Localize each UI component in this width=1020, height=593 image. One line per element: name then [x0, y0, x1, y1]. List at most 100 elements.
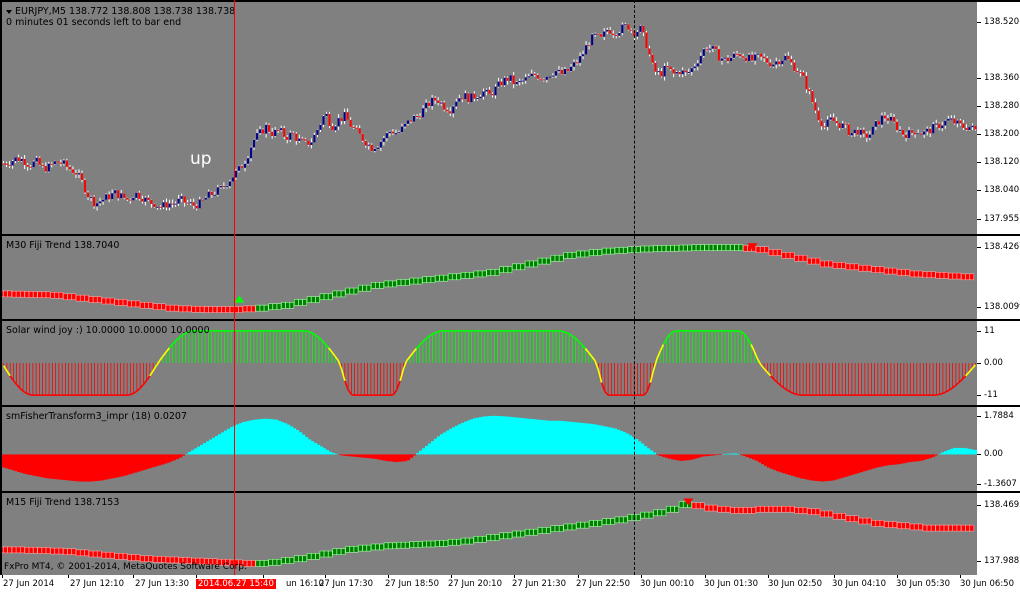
- fiji-down-marker: [909, 270, 915, 278]
- fiji-down-marker: [811, 508, 816, 515]
- fiji-down-marker: [755, 246, 761, 254]
- fiji-up-marker: [383, 542, 389, 550]
- fiji-down-marker: [935, 272, 941, 279]
- bear-candle: [847, 124, 850, 136]
- solar-signal-line: [571, 335, 577, 340]
- bull-candle: [237, 166, 240, 171]
- solar-scale[interactable]: 11 0.00 -11: [977, 321, 1020, 405]
- fisher-positive-bar: [488, 416, 492, 455]
- bull-candle: [274, 129, 277, 137]
- bear-candle: [87, 192, 90, 198]
- fisher-positive-bar: [572, 422, 576, 455]
- fiji-down-marker: [768, 249, 774, 256]
- bull-candle: [618, 33, 621, 36]
- fisher-negative-bar: [791, 454, 795, 476]
- chevron-down-icon[interactable]: [6, 9, 12, 14]
- solar-signal-line: [766, 371, 772, 377]
- fiji-up-marker: [610, 247, 615, 255]
- bear-candle: [428, 102, 431, 106]
- fisher-positive-bar: [620, 430, 624, 455]
- fiji-up-marker: [734, 244, 739, 251]
- symbol-info-text: EURJPY,M5 138.772 138.808 138.738 138.73…: [6, 6, 235, 17]
- solar-signal-line: [753, 351, 759, 360]
- bear-candle: [856, 129, 859, 135]
- solar-signal-line: [399, 369, 405, 382]
- solar-signal-line: [402, 360, 408, 370]
- bear-candle: [473, 93, 476, 99]
- bull-candle: [624, 24, 627, 26]
- fiji-down-marker: [828, 260, 833, 268]
- fisher-positive-bar: [596, 424, 600, 455]
- bull-candle: [754, 54, 757, 61]
- price-scale[interactable]: 138.520 138.360 138.280 138.200 138.120 138.0…: [977, 2, 1020, 234]
- fiji-up-marker: [618, 247, 624, 254]
- fiji-up-marker: [627, 246, 633, 254]
- bear-candle: [491, 93, 494, 96]
- fiji-down-marker: [118, 299, 124, 306]
- fiji-up-marker: [383, 280, 389, 288]
- bull-candle: [180, 196, 183, 199]
- fiji-up-marker: [494, 534, 500, 541]
- time-axis[interactable]: 30 Jun 06:50 30 Jun 05:30 30 Jun 04:10 30 J…: [0, 575, 1020, 593]
- fiji-down-marker: [866, 264, 872, 272]
- fiji-up-marker: [648, 245, 654, 253]
- scale-tick: [977, 77, 981, 79]
- fisher-negative-bar: [74, 454, 78, 482]
- bear-candle: [195, 205, 198, 209]
- fisher-positive-bar: [524, 418, 528, 455]
- m30-scale[interactable]: 138.4267 138.0099: [977, 236, 1020, 319]
- bull-candle: [545, 76, 548, 80]
- fiji-up-marker: [358, 284, 363, 292]
- fiji-down-marker: [721, 505, 727, 513]
- bull-candle: [784, 55, 787, 61]
- fiji-down-marker: [225, 306, 231, 313]
- fisher-negative-bar: [863, 454, 867, 472]
- bear-candle: [5, 163, 8, 165]
- bear-candle: [717, 49, 720, 61]
- bear-candle: [802, 72, 805, 76]
- bear-candle: [660, 71, 663, 77]
- fisher-positive-bar: [248, 420, 252, 455]
- fiji-up-marker: [328, 550, 333, 558]
- fisher-negative-bar: [407, 454, 411, 461]
- m30-fiji-trend-pane[interactable]: M30 Fiji Trend 138.7040: [2, 236, 977, 319]
- fiji-up-marker: [623, 516, 628, 524]
- bull-candle: [657, 71, 660, 73]
- solar-signal-line: [936, 393, 940, 396]
- price-chart-pane[interactable]: EURJPY,M5 138.772 138.808 138.738 138.73…: [2, 2, 977, 234]
- fisher-negative-bar: [836, 454, 840, 480]
- bear-candle: [416, 116, 419, 118]
- fisher-negative-bar: [707, 454, 711, 457]
- fisher-negative-bar: [800, 454, 804, 479]
- bear-candle: [150, 200, 153, 204]
- bear-candle: [271, 131, 274, 137]
- fiji-up-marker: [319, 293, 325, 301]
- scale-tick: [977, 21, 981, 23]
- solar-signal-line: [321, 340, 326, 345]
- fisher-negative-bar: [821, 454, 825, 482]
- fisher-transform-pane[interactable]: smFisherTransform3_impr (18) 0.0207: [2, 407, 977, 491]
- bull-candle: [325, 113, 328, 117]
- fiji-up-marker: [597, 520, 603, 527]
- m15-scale[interactable]: 138.4691 137.9881: [977, 493, 1020, 575]
- solar-signal-line: [581, 344, 586, 350]
- fiji-down-marker: [109, 297, 115, 305]
- fiji-up-marker: [683, 244, 688, 252]
- solar-signal-line: [428, 333, 434, 337]
- fiji-down-marker: [695, 502, 701, 510]
- solar-signal-line: [315, 334, 320, 339]
- fisher-positive-bar: [443, 432, 447, 455]
- crosshair-vertical-line[interactable]: [234, 0, 235, 575]
- fiji-up-marker: [272, 303, 278, 311]
- fisher-positive-bar: [944, 451, 948, 455]
- bull-candle: [228, 181, 231, 187]
- fiji-up-marker: [293, 299, 299, 306]
- fiji-down-marker: [54, 547, 60, 555]
- fiji-up-marker: [456, 273, 461, 281]
- solar-wind-pane[interactable]: Solar wind joy :) 10.0000 10.0000 10.000…: [2, 321, 977, 405]
- signal-label-up: up: [190, 149, 212, 169]
- bull-candle: [971, 125, 974, 128]
- bear-candle: [192, 202, 195, 206]
- fisher-scale[interactable]: 1.7884 0.00 -1.3607: [977, 407, 1020, 491]
- fiji-down-marker: [965, 524, 970, 532]
